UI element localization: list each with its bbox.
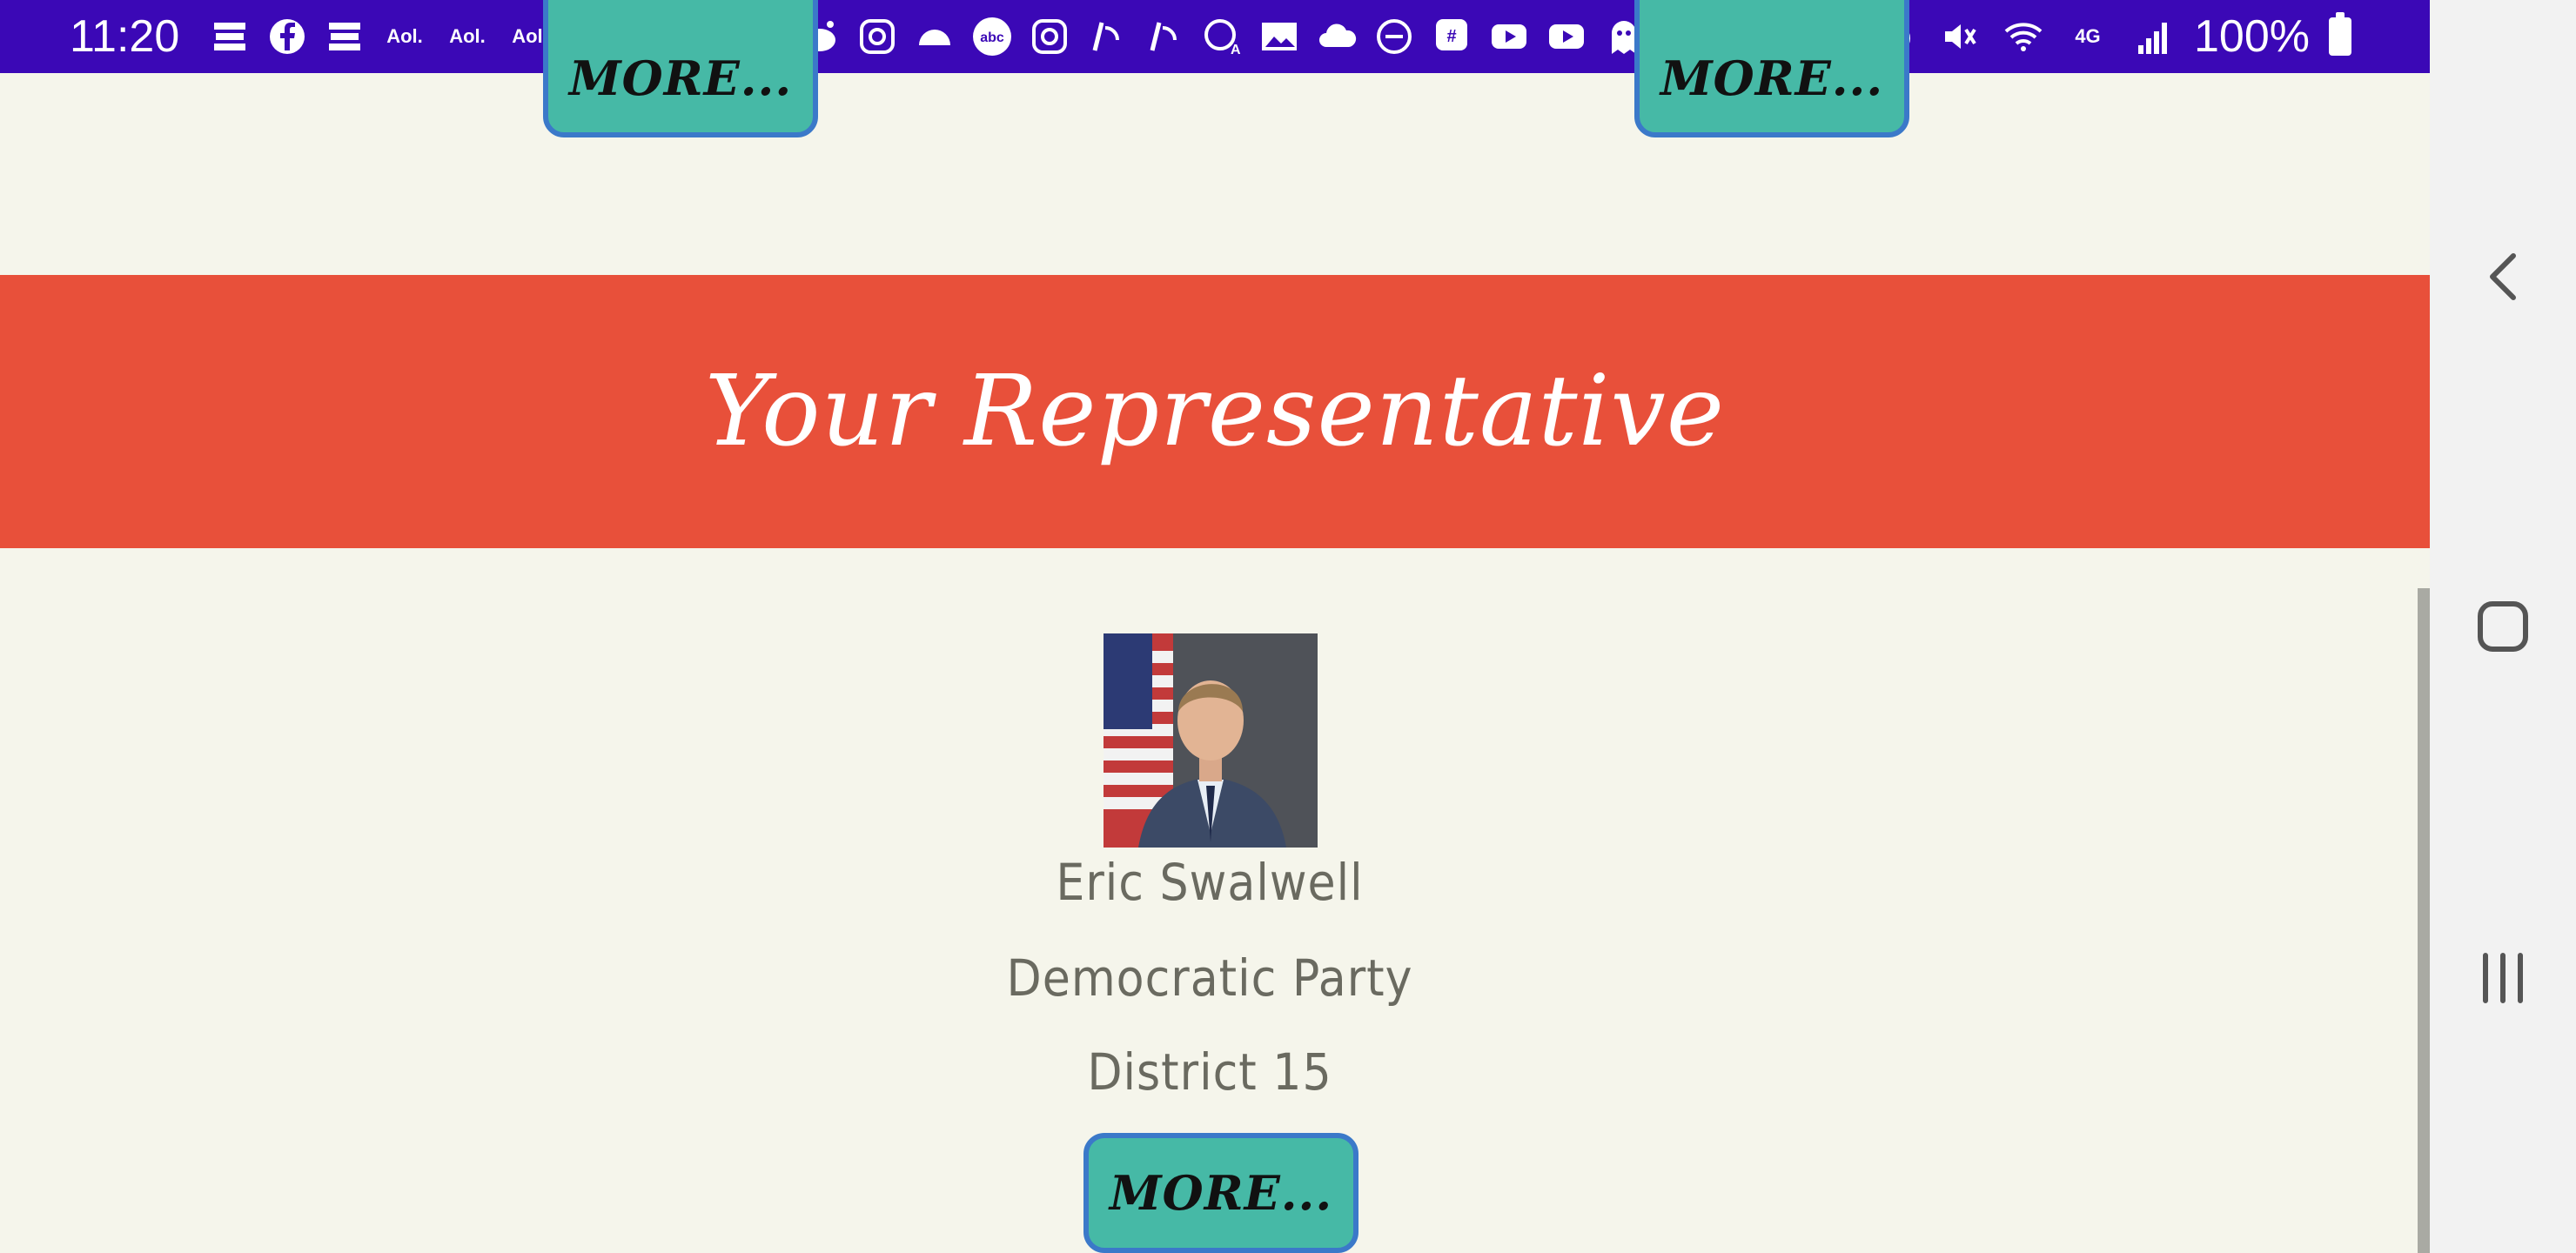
system-status-icons: 4G 100% (1872, 7, 2351, 66)
aol-icon-2: Aol. (449, 25, 486, 47)
navigation-bar (2430, 0, 2576, 1253)
home-icon[interactable] (2465, 588, 2541, 665)
facebook-icon (265, 14, 310, 59)
notification-icons: Aol. Aol. Aol. abc A # (207, 12, 1704, 61)
battery-icon (2329, 12, 2351, 56)
aol-icon: Aol. (386, 25, 423, 47)
speed-a-icon: A (1199, 14, 1244, 59)
recent-apps-icon[interactable] (2465, 940, 2541, 1016)
cloud-icon (1314, 14, 1359, 59)
status-time: 11:20 (70, 11, 180, 62)
more-button-right[interactable]: MORE... (1634, 0, 1909, 137)
dnd-icon (1372, 14, 1417, 59)
network-type-icon: 4G (2075, 25, 2101, 47)
representative-photo (1104, 633, 1318, 848)
news-icon-2 (322, 14, 367, 59)
more-button-left[interactable]: MORE... (543, 0, 818, 137)
wifi-icon (2001, 14, 2046, 59)
youtube-icon-2 (1544, 14, 1589, 59)
hashtag-chat-icon: # (1429, 14, 1474, 59)
back-icon[interactable] (2465, 238, 2541, 315)
instagram-icon-2 (1027, 14, 1072, 59)
signal-app-icon-2 (1142, 14, 1187, 59)
instagram-icon (855, 14, 900, 59)
battery-percent: 100% (2194, 11, 2310, 62)
cell-signal-icon (2130, 14, 2175, 59)
section-banner: Your Representative (0, 275, 2430, 548)
representative-name: Eric Swalwell (1056, 853, 1364, 912)
svg-text:A: A (1231, 43, 1241, 57)
image-icon (1257, 14, 1302, 59)
status-bar: 11:20 Aol. Aol. Aol. abc A # 4G 100% (0, 0, 2430, 73)
abc-icon: abc (969, 14, 1015, 59)
svg-text:abc: abc (980, 30, 1004, 45)
representative-party: Democratic Party (1006, 948, 1413, 1008)
mute-icon (1936, 14, 1982, 59)
scrollbar[interactable] (2418, 588, 2430, 1253)
signal-app-icon (1084, 14, 1130, 59)
dome-icon (912, 14, 957, 59)
representative-district: District 15 (1087, 1042, 1332, 1102)
section-title: Your Representative (704, 355, 1726, 468)
svg-text:#: # (1446, 27, 1456, 46)
news-icon (207, 14, 252, 59)
youtube-icon (1486, 14, 1532, 59)
representative-more-button[interactable]: MORE... (1083, 1133, 1358, 1253)
